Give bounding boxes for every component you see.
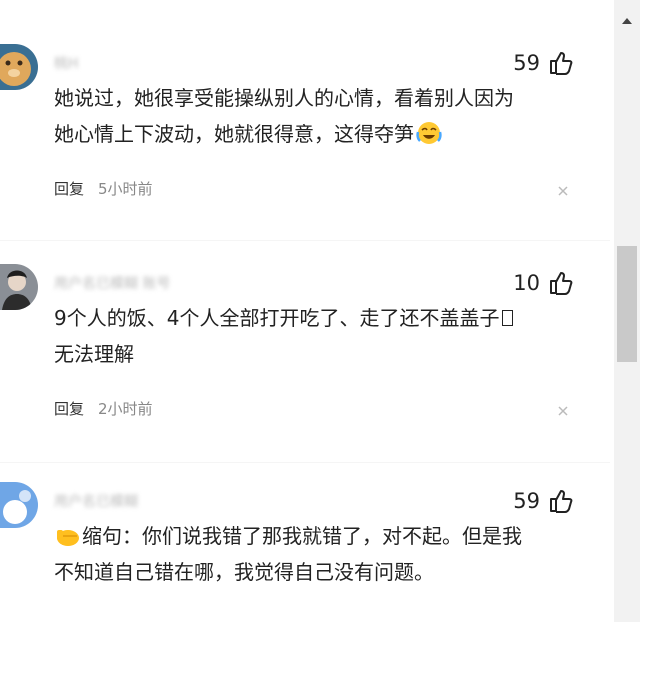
close-icon[interactable] bbox=[556, 184, 570, 198]
scroll-up-button[interactable] bbox=[614, 12, 640, 30]
comment-text: 缩句：你们说我错了那我就错了，对不起。但是我 不知道自己错在哪，我觉得自己没有问… bbox=[54, 518, 594, 590]
username[interactable]: 桃H bbox=[54, 54, 244, 74]
username[interactable]: 用户名已模糊 账号 bbox=[54, 274, 244, 294]
like-control[interactable]: 59 bbox=[513, 48, 574, 78]
comment-item: 用户名已模糊 59 缩句：你们说我错了那我就错了，对不起。但是我 不知道自己错在… bbox=[0, 482, 610, 692]
comment-text-line: 缩句：你们说我错了那我就错了，对不起。但是我 bbox=[82, 524, 522, 548]
comment-meta: 回复 5小时前 bbox=[54, 178, 153, 199]
comment-item: 用户名已模糊 账号 10 9个人的饭、4个人全部打开吃了、走了还不盖盖子 无法理… bbox=[0, 264, 610, 474]
timestamp: 5小时前 bbox=[98, 180, 153, 198]
comment-text-line: 她心情上下波动，她就很得意，这得夺笋 bbox=[54, 122, 414, 146]
comment-list: 桃H 59 她说过，她很享受能操纵别人的心情，看着别人因为 她心情上下波动，她就… bbox=[0, 0, 660, 622]
avatar[interactable] bbox=[0, 264, 38, 310]
thumbs-up-outline-icon[interactable] bbox=[548, 488, 574, 514]
crying-laughing-emoji-icon bbox=[416, 122, 442, 144]
missing-glyph-box bbox=[502, 310, 514, 326]
reply-button[interactable]: 回复 bbox=[54, 398, 84, 419]
comment-text: 她说过，她很享受能操纵别人的心情，看着别人因为 她心情上下波动，她就很得意，这得… bbox=[54, 80, 594, 152]
username[interactable]: 用户名已模糊 bbox=[54, 492, 244, 512]
reply-button[interactable]: 回复 bbox=[54, 178, 84, 199]
avatar[interactable] bbox=[0, 44, 38, 90]
comment-text-line: 无法理解 bbox=[54, 342, 134, 366]
thumbs-up-outline-icon[interactable] bbox=[548, 270, 574, 296]
window-edge bbox=[640, 0, 660, 622]
close-icon[interactable] bbox=[556, 404, 570, 418]
scroll-thumb[interactable] bbox=[617, 246, 637, 362]
comment-text-line: 不知道自己错在哪，我觉得自己没有问题。 bbox=[54, 560, 434, 584]
like-control[interactable]: 59 bbox=[513, 486, 574, 516]
like-count: 59 bbox=[513, 489, 540, 513]
divider bbox=[0, 462, 610, 463]
comment-text-line: 9个人的饭、4个人全部打开吃了、走了还不盖盖子 bbox=[54, 306, 500, 330]
comment-item: 桃H 59 她说过，她很享受能操纵别人的心情，看着别人因为 她心情上下波动，她就… bbox=[0, 44, 610, 254]
like-control[interactable]: 10 bbox=[513, 268, 574, 298]
timestamp: 2小时前 bbox=[98, 400, 153, 418]
comment-meta: 回复 2小时前 bbox=[54, 398, 153, 419]
avatar[interactable] bbox=[0, 482, 38, 528]
comment-text: 9个人的饭、4个人全部打开吃了、走了还不盖盖子 无法理解 bbox=[54, 300, 594, 372]
divider bbox=[0, 240, 610, 241]
triangle-up-icon bbox=[622, 18, 632, 24]
thumbs-up-hand-emoji-icon bbox=[57, 530, 79, 546]
like-count: 10 bbox=[513, 271, 540, 295]
thumbs-up-outline-icon[interactable] bbox=[548, 50, 574, 76]
comment-text-line: 她说过，她很享受能操纵别人的心情，看着别人因为 bbox=[54, 86, 514, 110]
vertical-scrollbar[interactable] bbox=[614, 0, 640, 622]
like-count: 59 bbox=[513, 51, 540, 75]
